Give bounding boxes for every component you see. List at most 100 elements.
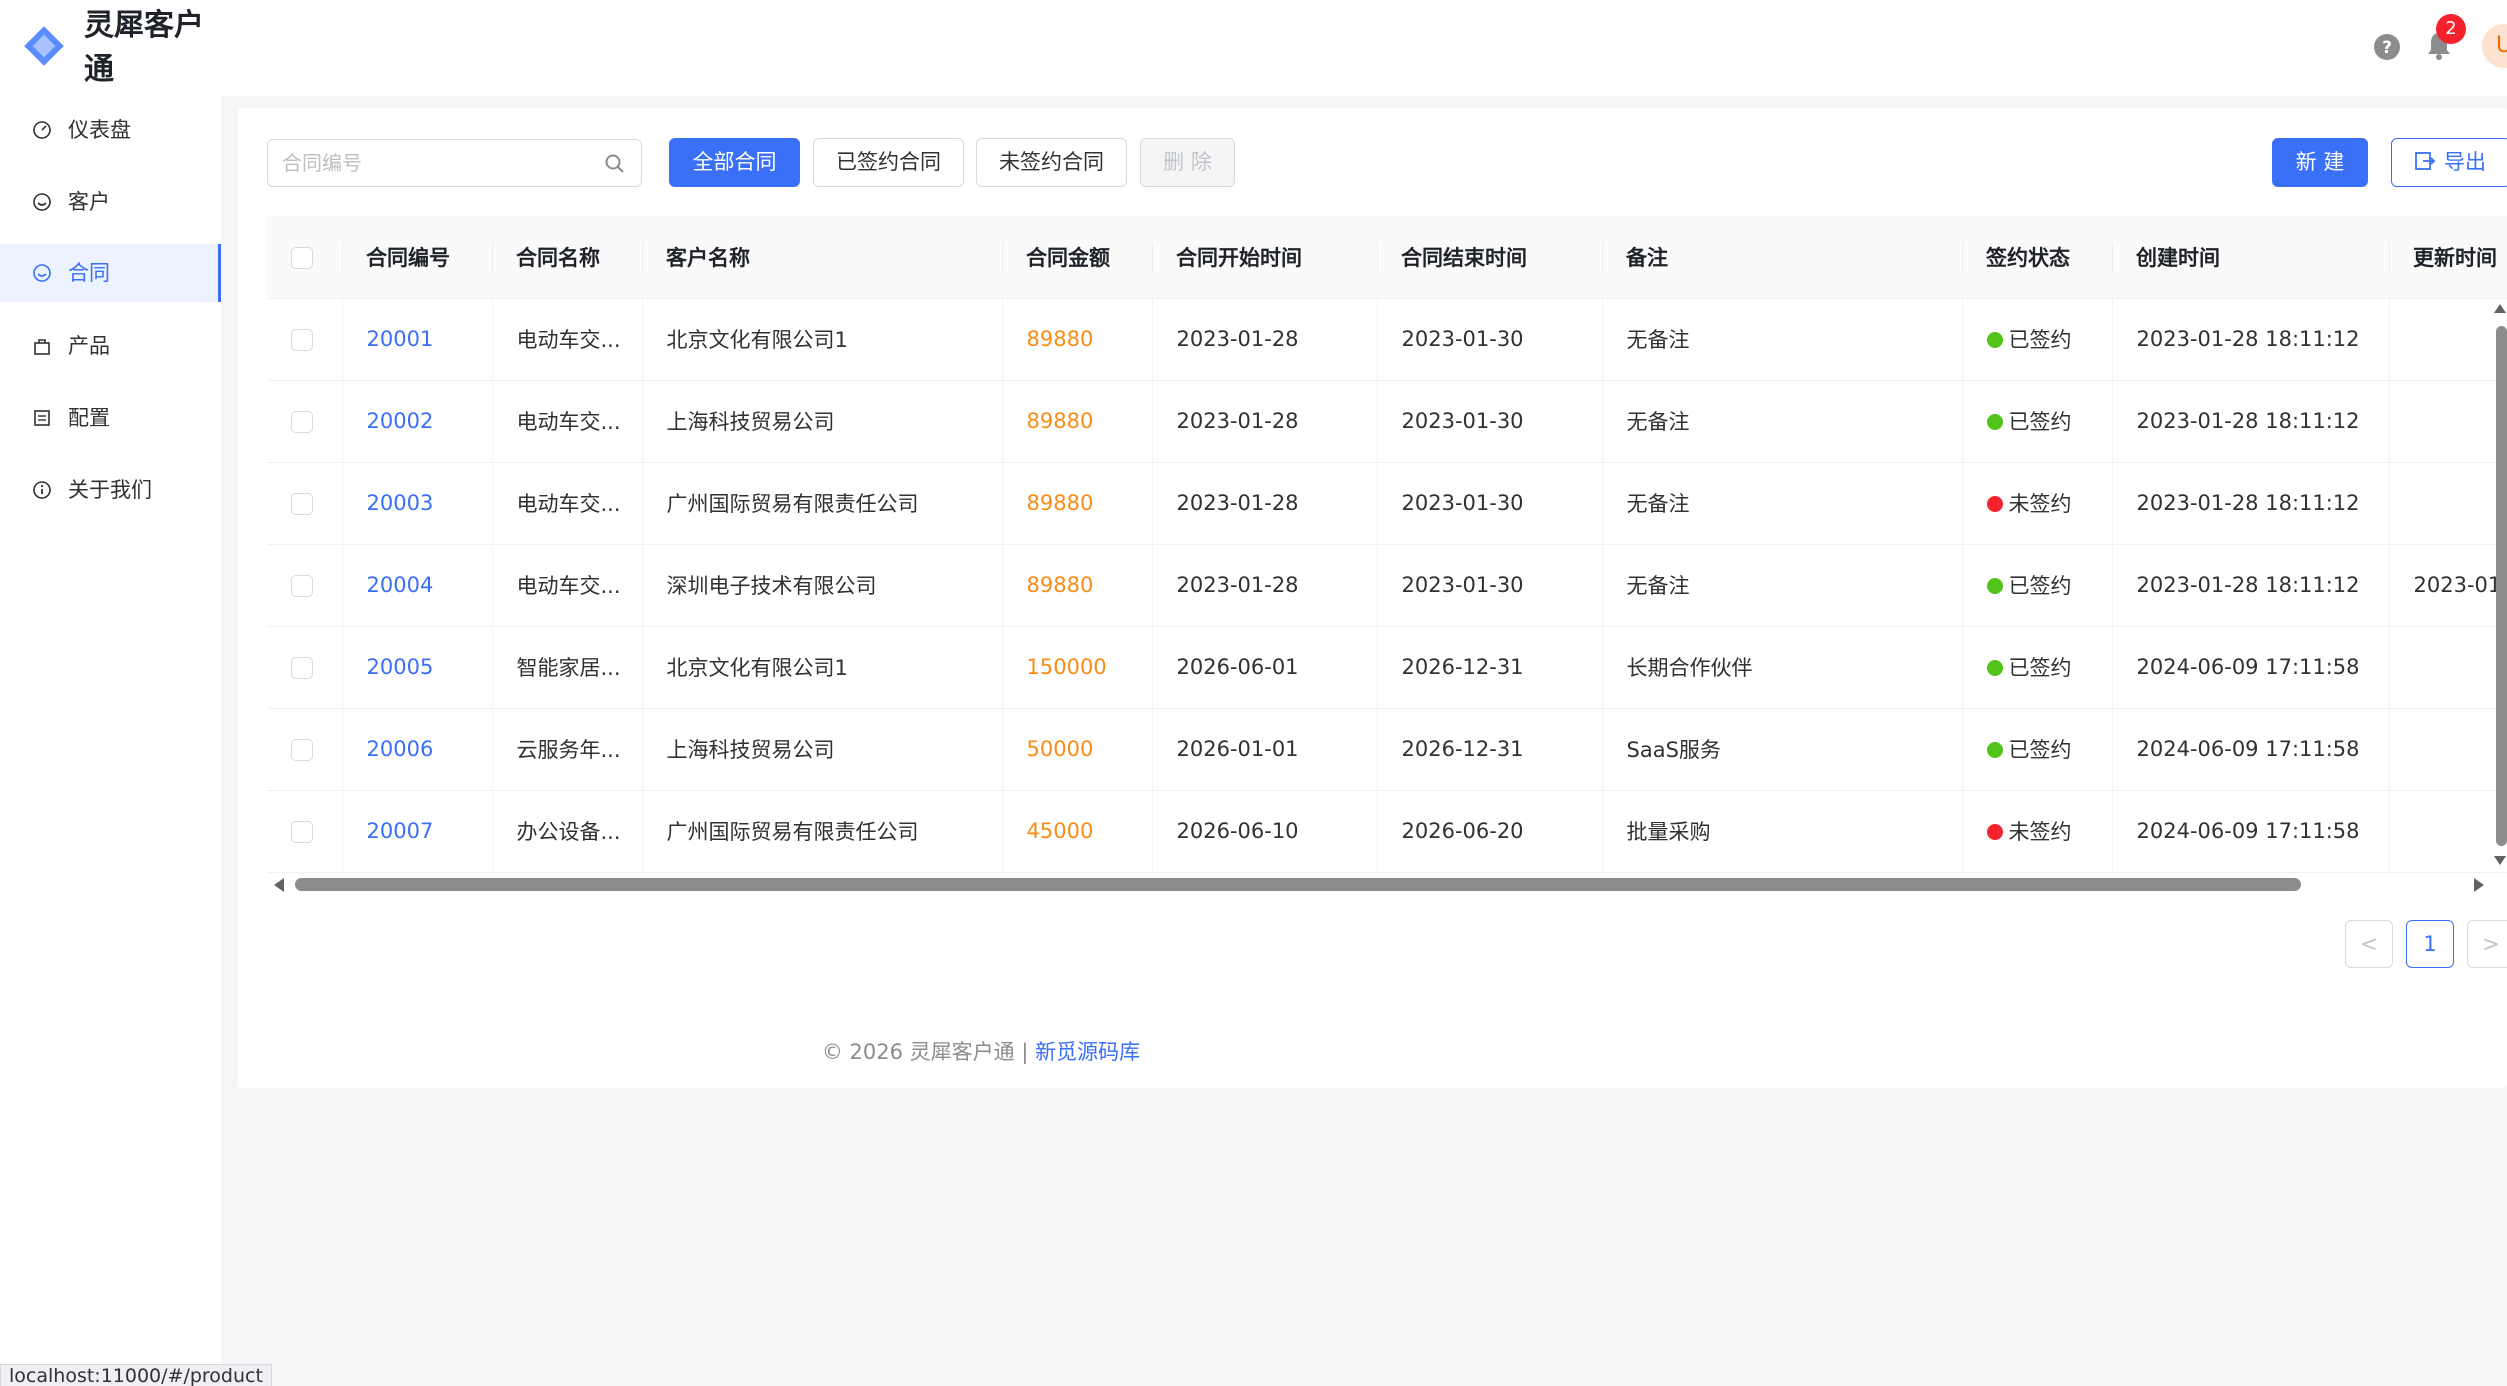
row-checkbox[interactable]: [291, 821, 313, 843]
cell-id[interactable]: 20002: [341, 380, 492, 463]
vertical-scrollbar-thumb[interactable]: [2496, 326, 2507, 846]
footer-link[interactable]: 新觅源码库: [1035, 1040, 1140, 1064]
table-row[interactable]: 20007 办公设备... 广州国际贸易有限责任公司 45000 2026-06-10 2…: [267, 790, 2507, 873]
column-header[interactable]: 客户名称: [642, 216, 1002, 299]
cell-end: 2023-01-30: [1376, 298, 1602, 381]
cell-updated: 2023-01: [2388, 544, 2507, 627]
cell-id[interactable]: 20004: [341, 544, 492, 627]
contract-id-link[interactable]: 20001: [367, 327, 434, 351]
cell-text: 2023-01-30: [1401, 491, 1524, 515]
cell-name: 云服务年...: [491, 708, 642, 791]
delete-button[interactable]: 删 除: [1140, 138, 1235, 187]
row-checkbox[interactable]: [291, 575, 313, 597]
filter-signed-button[interactable]: 已签约合同: [813, 138, 964, 187]
sidebar-item-customers[interactable]: 客户: [0, 173, 221, 231]
new-contract-button[interactable]: 新 建: [2272, 138, 2368, 187]
sidebar-item-contracts[interactable]: 合同: [0, 244, 221, 302]
cell-amount: 89880: [1001, 462, 1152, 545]
export-icon: [2415, 152, 2436, 170]
cell-amount: 150000: [1001, 626, 1152, 709]
cell-start: 2026-06-01: [1151, 626, 1377, 709]
table-row[interactable]: 20003 电动车交... 广州国际贸易有限责任公司 89880 2023-01-28 2…: [267, 462, 2507, 545]
pagination-prev-button[interactable]: <: [2345, 920, 2393, 968]
scroll-left-arrow[interactable]: [274, 878, 284, 892]
cell-text: 2023-01-30: [1401, 327, 1524, 351]
search-box[interactable]: [267, 139, 642, 187]
scroll-up-arrow[interactable]: [2494, 304, 2506, 313]
cell-id[interactable]: 20005: [341, 626, 492, 709]
cell-created: 2023-01-28 18:11:12: [2111, 462, 2389, 545]
row-checkbox[interactable]: [291, 493, 313, 515]
column-header[interactable]: 备注: [1602, 216, 1962, 299]
status-label: 已签约: [2008, 656, 2072, 680]
app-logo[interactable]: 灵犀客户通: [0, 0, 221, 96]
diamond-logo-icon: [24, 26, 64, 66]
row-select-cell: [267, 544, 342, 627]
contract-id-link[interactable]: 20007: [367, 819, 434, 843]
cell-note: 无备注: [1601, 462, 1962, 545]
filter-unsigned-button[interactable]: 未签约合同: [976, 138, 1127, 187]
row-checkbox[interactable]: [291, 329, 313, 351]
signed-status-dot: [1986, 414, 2003, 430]
column-header[interactable]: 合同金额: [1002, 216, 1152, 299]
sidebar-item-dashboard[interactable]: 仪表盘: [0, 101, 221, 159]
table-row[interactable]: 20006 云服务年... 上海科技贸易公司 50000 2026-01-01 2026-…: [267, 708, 2507, 791]
cell-id[interactable]: 20007: [341, 790, 492, 873]
sidebar: 灵犀客户通 仪表盘 客户 合同 产品 配置 关于我们: [0, 0, 221, 1386]
column-header[interactable]: 合同开始时间: [1152, 216, 1377, 299]
help-icon[interactable]: ?: [2372, 32, 2402, 62]
contracts-table: 合同编号 合同名称 客户名称 合同金额 合同开始时间 合同结束时间 备注 签约状…: [267, 216, 2507, 873]
filter-all-button[interactable]: 全部合同: [669, 138, 800, 187]
scroll-down-arrow[interactable]: [2494, 856, 2506, 865]
contract-id-link[interactable]: 20005: [367, 655, 434, 679]
table-row[interactable]: 20001 电动车交... 北京文化有限公司1 89880 2023-01-28 2023…: [267, 298, 2507, 381]
column-header[interactable]: 创建时间: [2112, 216, 2389, 299]
export-button[interactable]: 导出: [2391, 138, 2507, 187]
column-header[interactable]: 合同编号: [342, 216, 492, 299]
scroll-right-arrow[interactable]: [2474, 878, 2484, 892]
column-header[interactable]: 更新时间: [2389, 216, 2507, 299]
list-icon: [34, 410, 50, 426]
contract-id-link[interactable]: 20004: [367, 573, 434, 597]
svg-text:?: ?: [2382, 38, 2392, 58]
cell-created: 2024-06-09 17:11:58: [2111, 708, 2389, 791]
cell-end: 2026-12-31: [1376, 708, 1602, 791]
search-input[interactable]: [282, 140, 592, 186]
export-label: 导出: [2444, 150, 2486, 174]
cell-text: 45000: [1026, 819, 1094, 843]
pagination-next-button[interactable]: >: [2467, 920, 2507, 968]
sidebar-item-about[interactable]: 关于我们: [0, 461, 221, 519]
cell-id[interactable]: 20006: [341, 708, 492, 791]
cell-id[interactable]: 20003: [341, 462, 492, 545]
row-checkbox[interactable]: [291, 657, 313, 679]
contract-id-link[interactable]: 20006: [367, 737, 434, 761]
column-header[interactable]: 合同名称: [492, 216, 642, 299]
cell-text: 2023-01-28: [1176, 491, 1299, 515]
sidebar-item-config[interactable]: 配置: [0, 389, 221, 447]
cell-id[interactable]: 20001: [341, 298, 492, 381]
cell-customer: 广州国际贸易有限责任公司: [641, 790, 1002, 873]
sidebar-item-products[interactable]: 产品: [0, 317, 221, 375]
pagination-page-1[interactable]: 1: [2406, 920, 2454, 968]
contract-id-link[interactable]: 20003: [367, 491, 434, 515]
horizontal-scrollbar-thumb[interactable]: [295, 878, 2301, 891]
table-row[interactable]: 20004 电动车交... 深圳电子技术有限公司 89880 2023-01-28 202…: [267, 544, 2507, 627]
select-all-checkbox[interactable]: [291, 246, 313, 269]
cell-status: 已签约: [1961, 708, 2112, 791]
cell-text: 批量采购: [1626, 820, 1711, 844]
column-header[interactable]: 合同结束时间: [1377, 216, 1602, 299]
row-checkbox[interactable]: [291, 411, 313, 433]
row-checkbox[interactable]: [291, 739, 313, 761]
select-all-cell: [267, 216, 342, 299]
cell-customer: 北京文化有限公司1: [641, 626, 1002, 709]
cell-note: 无备注: [1601, 544, 1962, 627]
table-row[interactable]: 20005 智能家居... 北京文化有限公司1 150000 2026-06-01 202…: [267, 626, 2507, 709]
search-icon[interactable]: [604, 153, 626, 175]
table-row[interactable]: 20002 电动车交... 上海科技贸易公司 89880 2023-01-28 2023-…: [267, 380, 2507, 463]
unsigned-status-dot: [1986, 824, 2003, 840]
status-label: 已签约: [2008, 738, 2072, 762]
contract-id-link[interactable]: 20002: [367, 409, 434, 433]
column-header[interactable]: 签约状态: [1962, 216, 2112, 299]
cell-text: 2023-01-28: [1176, 573, 1299, 597]
cell-text: 2024-06-09 17:11:58: [2136, 819, 2360, 843]
